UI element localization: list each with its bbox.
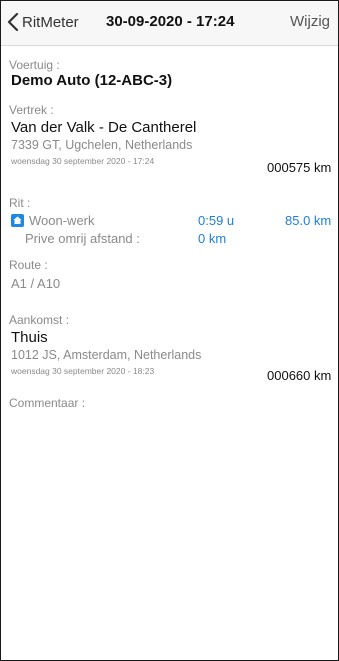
page-title: 30-09-2020 - 17:24 — [106, 13, 235, 30]
home-work-icon — [11, 214, 24, 227]
departure-datetime: woensdag 30 september 2020 - 17:24 — [11, 156, 155, 166]
vehicle-name: Demo Auto (12-ABC-3) — [11, 72, 173, 89]
navigation-bar: RitMeter 30-09-2020 - 17:24 Wijzig — [1, 1, 338, 46]
trip-label: Rit : — [9, 196, 31, 210]
arrival-label: Aankomst : — [9, 313, 70, 327]
arrival-place: Thuis — [11, 329, 48, 346]
vehicle-label: Voertuig : — [9, 58, 60, 72]
trip-type: Woon-werk — [11, 213, 95, 228]
trip-type-label: Woon-werk — [29, 213, 95, 228]
screen: RitMeter 30-09-2020 - 17:24 Wijzig Voert… — [0, 0, 339, 661]
departure-address: 7339 GT, Ugchelen, Netherlands — [11, 138, 193, 152]
arrival-address: 1012 JS, Amsterdam, Netherlands — [11, 348, 202, 362]
private-detour-value[interactable]: 0 km — [198, 231, 226, 246]
comment-label: Commentaar : — [9, 396, 86, 410]
departure-label: Vertrek : — [9, 103, 54, 117]
back-label: RitMeter — [22, 13, 79, 31]
trip-distance: 85.0 km — [285, 213, 332, 228]
arrival-odometer: 000660 km — [267, 368, 332, 383]
route-label: Route : — [9, 258, 48, 272]
chevron-left-icon — [7, 13, 19, 31]
private-detour-label: Prive omrij afstand : — [25, 231, 140, 246]
trip-duration: 0:59 u — [198, 213, 235, 228]
back-button[interactable]: RitMeter — [7, 13, 79, 31]
arrival-datetime: woensdag 30 september 2020 - 18:23 — [11, 366, 155, 376]
departure-odometer: 000575 km — [267, 160, 332, 175]
departure-place: Van der Valk - De Cantherel — [11, 119, 197, 136]
route-value: A1 / A10 — [11, 276, 61, 291]
edit-button[interactable]: Wijzig — [290, 13, 330, 30]
